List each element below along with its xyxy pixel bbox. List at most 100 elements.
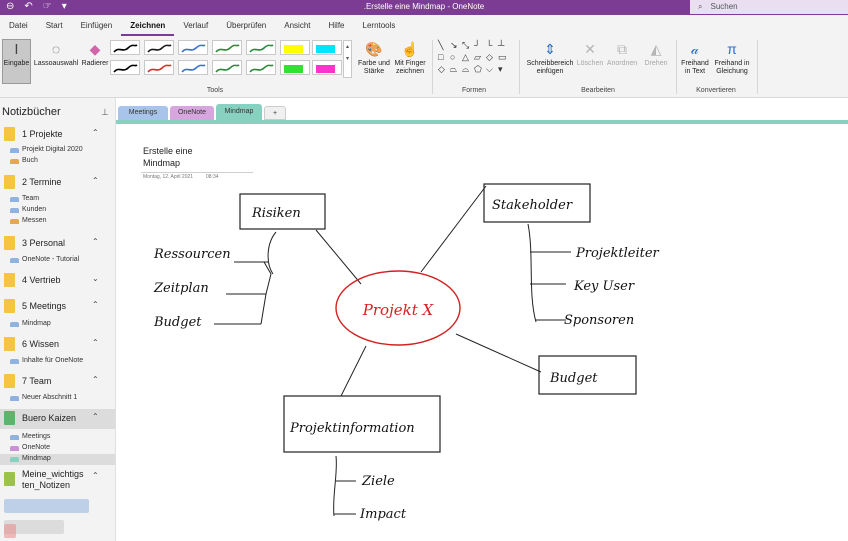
pen-12[interactable] xyxy=(246,60,276,75)
pen-4[interactable] xyxy=(212,40,242,55)
chevron-up-icon[interactable]: ⌃ xyxy=(92,375,99,384)
notebook-3-personal[interactable]: 3 Personal ⌃ xyxy=(0,234,115,254)
add-section-button[interactable]: + xyxy=(264,106,286,120)
mindmap-drawing[interactable]: Projekt X Risiken Ressourcen Zeitplan Bu… xyxy=(116,124,848,541)
page-canvas[interactable]: Erstelle eine Mindmap Montag, 12. April … xyxy=(116,124,848,541)
section-item-mindmap[interactable]: Mindmap xyxy=(0,454,115,465)
chevron-down-icon[interactable]: ⌄ xyxy=(92,274,99,283)
section-item[interactable]: OneNote xyxy=(0,443,115,454)
pin-icon[interactable]: ⊥ xyxy=(101,107,109,118)
pen-14[interactable] xyxy=(312,60,342,75)
chevron-up-icon[interactable]: ⌃ xyxy=(92,471,99,480)
tab-ueberpruefen[interactable]: Überprüfen xyxy=(217,15,275,36)
section-item[interactable]: Projekt Digital 2020 xyxy=(0,145,115,156)
pen-13[interactable] xyxy=(280,60,310,75)
section-item[interactable]: Inhalte für OneNote xyxy=(0,356,115,367)
notebook-4-vertrieb[interactable]: 4 Vertrieb ⌄ xyxy=(0,271,115,291)
chevron-up-icon[interactable]: ⌃ xyxy=(92,412,99,421)
schreibbereich-button[interactable]: ⇕ Schreibbereich einfügen xyxy=(524,40,576,76)
pen-stroke-path xyxy=(113,44,138,53)
tab-einfuegen[interactable]: Einfügen xyxy=(72,15,122,36)
tab-lerntools[interactable]: Lerntools xyxy=(354,15,405,36)
notebook-icon xyxy=(4,472,15,486)
pen-10[interactable] xyxy=(178,60,208,75)
tab-onenote[interactable]: OneNote xyxy=(170,106,214,120)
pen-9[interactable] xyxy=(144,60,174,75)
insert-space-icon: ⇕ xyxy=(544,41,556,57)
section-item[interactable]: Team xyxy=(0,194,115,205)
freihand-in-text-button[interactable]: 𝒶 Freihand in Text xyxy=(679,40,711,76)
notebook-7-team[interactable]: 7 Team ⌃ xyxy=(0,372,115,392)
delete-icon: ✕ xyxy=(584,41,596,57)
shapes-gallery[interactable]: ╲ ↘ ⤡ ┘ └ ┴ □ ○ △ ▱ ◇ ▭ ◇ ⏢ ⌓ ⬠ ⌵ ▾ xyxy=(438,40,510,78)
budget-label: Budget xyxy=(549,371,598,386)
tab-verlauf[interactable]: Verlauf xyxy=(174,15,217,36)
pen-3[interactable] xyxy=(178,40,208,55)
ribbon-separator xyxy=(676,40,677,94)
mit-finger-button[interactable]: ☝ Mit Finger zeichnen xyxy=(392,40,428,76)
notebook-buero-kaizen[interactable]: Buero Kaizen ⌃ xyxy=(0,409,115,429)
tab-hilfe[interactable]: Hilfe xyxy=(319,15,353,36)
farbe-label-1: Farbe und xyxy=(358,60,390,67)
tab-ansicht[interactable]: Ansicht xyxy=(275,15,319,36)
notebook-2-termine[interactable]: 2 Termine ⌃ xyxy=(0,173,115,193)
section-item[interactable]: Kunden xyxy=(0,205,115,216)
pen-8[interactable] xyxy=(110,60,140,75)
notebook-5-meetings[interactable]: 5 Meetings ⌃ xyxy=(0,297,115,317)
section-item[interactable]: Neuer Abschnitt 1 xyxy=(0,393,115,404)
tab-start[interactable]: Start xyxy=(37,15,72,36)
notebook-1-projekte[interactable]: 1 Projekte ⌃ xyxy=(0,125,115,145)
radierer-button[interactable]: ◆ Radierer xyxy=(80,40,110,68)
chevron-up-icon[interactable]: ⌃ xyxy=(92,300,99,309)
section-icon xyxy=(10,258,19,263)
blurred-notebook-icon xyxy=(4,524,16,538)
chevron-up-icon[interactable]: ⌃ xyxy=(92,237,99,246)
search-box[interactable]: ⌕ Suchen xyxy=(690,0,848,14)
notebook-6-wissen[interactable]: 6 Wissen ⌃ xyxy=(0,335,115,355)
chevron-up-icon[interactable]: ⌃ xyxy=(92,128,99,137)
lasso-button[interactable]: ◌ Lassoauswahl xyxy=(33,40,79,68)
section-icon xyxy=(10,322,19,327)
freihand-gl-label-2: Gleichung xyxy=(716,68,748,75)
freihand-gl-label-1: Freihand in xyxy=(714,60,750,67)
pen-7[interactable] xyxy=(312,40,342,55)
pen-6[interactable] xyxy=(280,40,310,55)
ribbon: Ⅰ Eingabe ◌ Lassoauswahl ◆ Radierer ▴ ▾ … xyxy=(0,36,848,98)
pen-2[interactable] xyxy=(144,40,174,55)
pen-gallery-more[interactable]: ▴ ▾ xyxy=(343,40,352,78)
ribbon-separator xyxy=(757,40,758,94)
notebook-meine-wichtigsten-notizen[interactable]: Meine_wichtigs ten_Notizen ⌃ xyxy=(0,468,115,494)
section-item[interactable]: Messen xyxy=(0,216,115,227)
arrow-shape-icon: ↘ xyxy=(450,40,458,50)
anordnen-button[interactable]: ⧉ Anordnen xyxy=(605,40,639,68)
pen-stroke-icon xyxy=(316,65,335,73)
section-item[interactable]: Buch xyxy=(0,156,115,167)
eingabe-button[interactable]: Ⅰ Eingabe xyxy=(2,39,31,84)
pen-stroke-path xyxy=(147,44,172,53)
section-item[interactable]: Mindmap xyxy=(0,319,115,330)
chevron-up-icon[interactable]: ⌃ xyxy=(92,176,99,185)
ribbon-tabs: Datei Start Einfügen Zeichnen Verlauf Üb… xyxy=(0,15,848,36)
farbe-staerke-button[interactable]: 🎨 Farbe und Stärke xyxy=(357,40,391,76)
ribbon-separator xyxy=(432,40,433,94)
pen-5[interactable] xyxy=(246,40,276,55)
tab-zeichnen[interactable]: Zeichnen xyxy=(121,15,175,36)
chevron-up-icon[interactable]: ⌃ xyxy=(92,338,99,347)
tab-meetings[interactable]: Meetings xyxy=(118,106,168,120)
finger-label-1: Mit Finger xyxy=(394,60,426,67)
notebooks-header: Notizbücher xyxy=(2,106,61,118)
loeschen-button[interactable]: ✕ Löschen xyxy=(576,40,604,68)
tab-datei[interactable]: Datei xyxy=(0,15,37,36)
tab-mindmap[interactable]: Mindmap xyxy=(216,104,262,120)
konvertieren-group-label: Konvertieren xyxy=(696,87,736,94)
freihand-in-gleichung-button[interactable]: π Freihand in Gleichung xyxy=(711,40,753,76)
drehen-button[interactable]: ◭ Drehen xyxy=(640,40,672,68)
pen-11[interactable] xyxy=(212,60,242,75)
pen-1[interactable] xyxy=(110,40,140,55)
section-item[interactable]: OneNote - Tutorial xyxy=(0,255,115,266)
pen-stroke-path xyxy=(316,65,335,73)
section-item[interactable]: Meetings xyxy=(0,432,115,443)
pen-gallery xyxy=(110,40,350,78)
cylinder-shape-icon: ⌓ xyxy=(462,64,470,74)
pen-stroke-icon xyxy=(113,64,138,73)
